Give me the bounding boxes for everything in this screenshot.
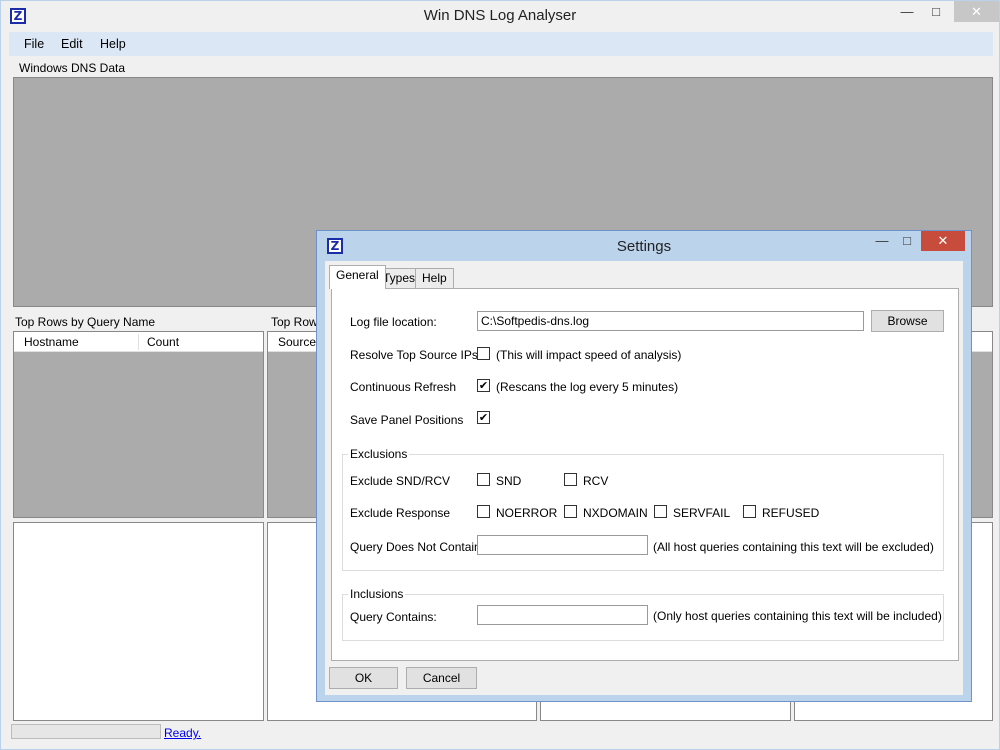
snd-checkbox[interactable] xyxy=(477,473,490,486)
column-separator[interactable] xyxy=(138,334,139,350)
main-titlebar[interactable]: Z Win DNS Log Analyser — □ ✕ xyxy=(1,1,999,31)
rcv-checkbox[interactable] xyxy=(564,473,577,486)
log-file-input[interactable]: C:\Softpedis-dns.log xyxy=(477,311,864,331)
exclude-snd-rcv-label: Exclude SND/RCV xyxy=(350,474,451,488)
nxdomain-label: NXDOMAIN xyxy=(583,506,648,520)
inclusions-title: Inclusions xyxy=(348,587,406,601)
save-panel-label: Save Panel Positions xyxy=(350,413,464,427)
status-ready-link[interactable]: Ready. xyxy=(164,726,201,740)
settings-client-area: General Types Help Log file location: C:… xyxy=(325,261,963,695)
noerror-label: NOERROR xyxy=(496,506,558,520)
query-not-contain-note: (All host queries containing this text w… xyxy=(653,540,934,554)
settings-maximize-button[interactable]: □ xyxy=(894,231,920,251)
general-tab-page: Log file location: C:\Softpedis-dns.log … xyxy=(331,288,959,661)
snd-label: SND xyxy=(496,474,522,488)
continuous-refresh-checkbox[interactable]: ✔ xyxy=(477,379,490,392)
resolve-ips-label: Resolve Top Source IPs xyxy=(350,348,478,362)
query-name-grid[interactable]: Hostname Count xyxy=(13,331,264,518)
noerror-checkbox[interactable] xyxy=(477,505,490,518)
maximize-button[interactable]: □ xyxy=(922,1,950,23)
nxdomain-checkbox[interactable] xyxy=(564,505,577,518)
menu-bar: File Edit Help xyxy=(9,32,993,56)
resolve-ips-note: (This will impact speed of analysis) xyxy=(496,348,682,362)
exclusions-title: Exclusions xyxy=(348,447,410,461)
minimize-button[interactable]: — xyxy=(893,1,921,23)
continuous-refresh-label: Continuous Refresh xyxy=(350,380,457,394)
log-file-label: Log file location: xyxy=(350,315,437,329)
status-progress-bar xyxy=(11,724,161,739)
settings-minimize-button[interactable]: — xyxy=(869,231,895,251)
menu-help[interactable]: Help xyxy=(100,37,126,51)
close-button[interactable]: ✕ xyxy=(954,1,999,22)
exclude-response-label: Exclude Response xyxy=(350,506,451,520)
refused-label: REFUSED xyxy=(762,506,820,520)
resolve-ips-checkbox[interactable] xyxy=(477,347,490,360)
query-grid-header: Hostname Count xyxy=(14,332,263,352)
settings-dialog: Z Settings — □ ✕ General Types Help Log … xyxy=(316,230,972,702)
column-hostname[interactable]: Hostname xyxy=(24,335,79,349)
dns-data-label: Windows DNS Data xyxy=(19,61,126,75)
tab-general[interactable]: General xyxy=(329,265,386,289)
query-contains-label: Query Contains: xyxy=(350,610,437,624)
bottom-panel-1[interactable] xyxy=(13,522,264,721)
menu-file[interactable]: File xyxy=(24,37,44,51)
refused-checkbox[interactable] xyxy=(743,505,756,518)
ok-button[interactable]: OK xyxy=(329,667,398,689)
query-not-contain-label: Query Does Not Contain: xyxy=(350,540,485,554)
servfail-label: SERVFAIL xyxy=(673,506,731,520)
query-not-contain-input[interactable] xyxy=(477,535,648,555)
query-contains-input[interactable] xyxy=(477,605,648,625)
settings-close-button[interactable]: ✕ xyxy=(921,231,965,251)
save-panel-checkbox[interactable]: ✔ xyxy=(477,411,490,424)
cancel-button[interactable]: Cancel xyxy=(406,667,477,689)
tab-help[interactable]: Help xyxy=(415,268,454,289)
servfail-checkbox[interactable] xyxy=(654,505,667,518)
column-count[interactable]: Count xyxy=(147,335,179,349)
menu-edit[interactable]: Edit xyxy=(61,37,83,51)
top-rows-query-label: Top Rows by Query Name xyxy=(15,315,156,329)
window-title: Win DNS Log Analyser xyxy=(423,7,577,24)
query-contains-note: (Only host queries containing this text … xyxy=(653,609,942,623)
rcv-label: RCV xyxy=(583,474,609,488)
continuous-refresh-note: (Rescans the log every 5 minutes) xyxy=(496,380,679,394)
browse-button[interactable]: Browse xyxy=(871,310,944,332)
